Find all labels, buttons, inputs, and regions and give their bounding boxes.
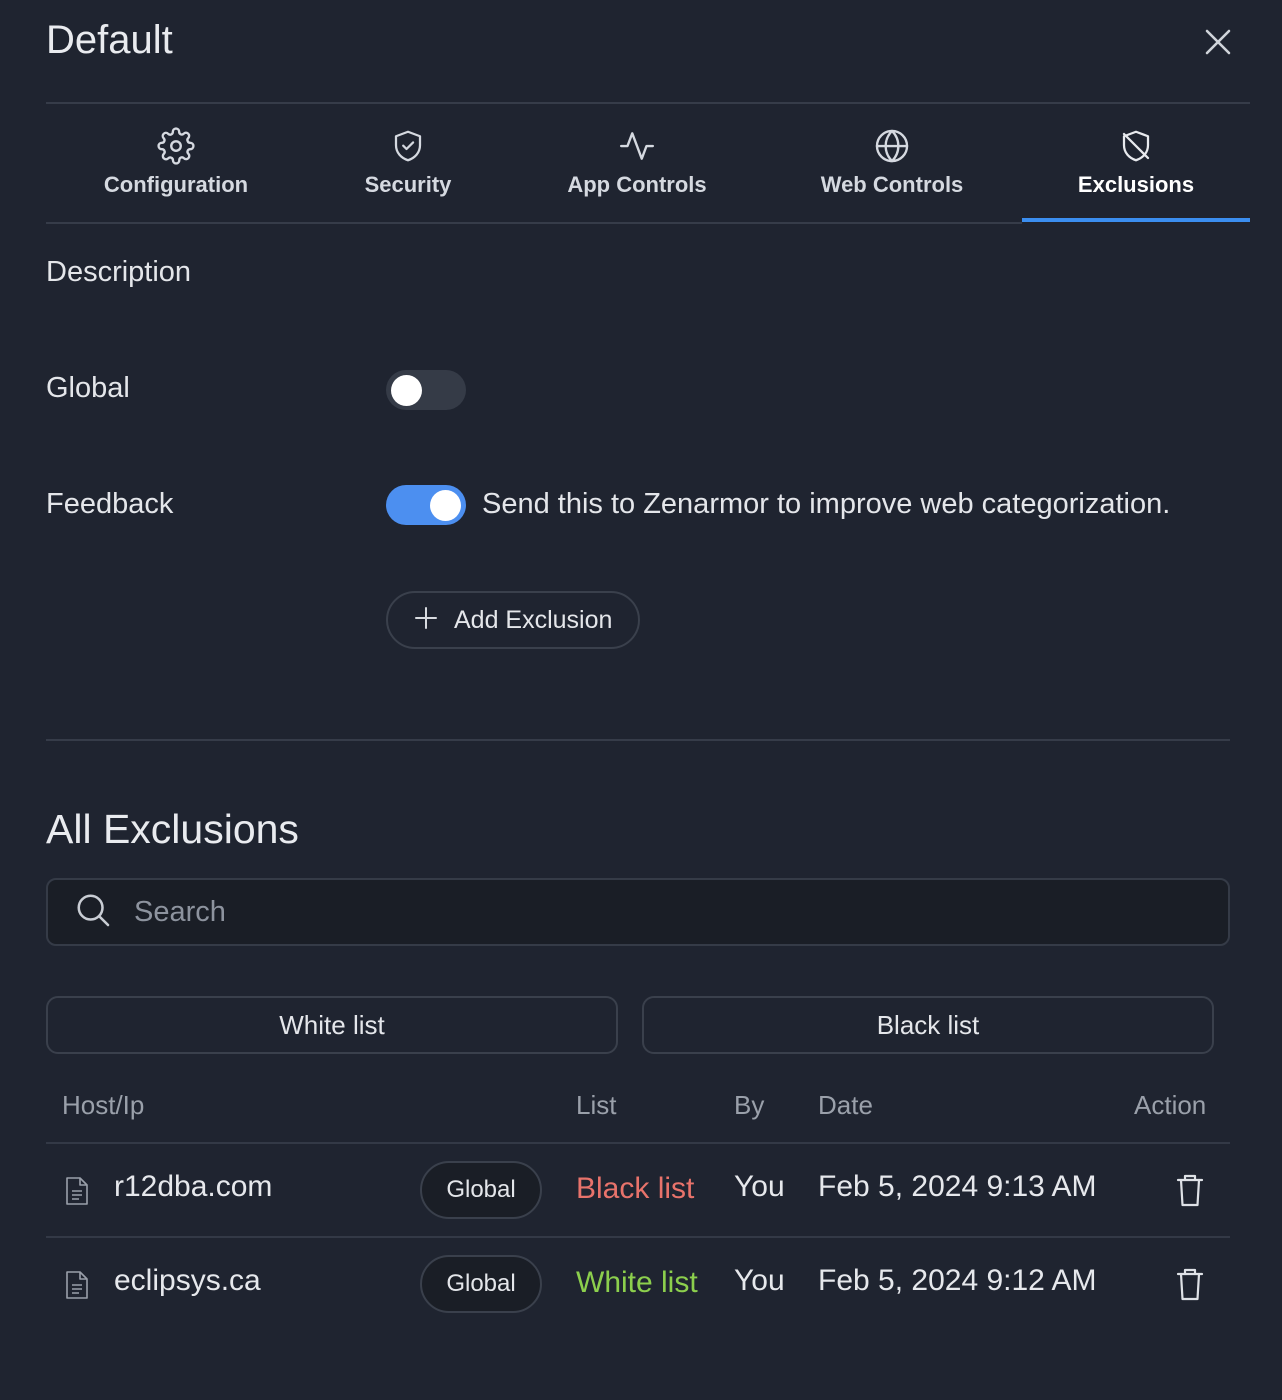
tab-label: App Controls <box>567 172 707 197</box>
global-label: Global <box>46 372 130 404</box>
column-header-list: List <box>576 1090 617 1120</box>
tab-bar: Configuration Security App Controls Web … <box>46 104 1250 224</box>
tab-configuration[interactable]: Configuration <box>76 104 276 222</box>
date-cell: Feb 5, 2024 9:13 AM <box>818 1170 1097 1203</box>
add-exclusion-button[interactable]: Add Exclusion <box>386 591 640 649</box>
plus-icon <box>414 606 438 635</box>
close-icon[interactable] <box>1200 24 1236 60</box>
by-cell: You <box>734 1170 785 1203</box>
list-type-cell: White list <box>576 1266 698 1299</box>
feedback-toggle[interactable] <box>386 485 466 525</box>
toggle-knob <box>430 490 461 521</box>
active-tab-indicator <box>1022 218 1250 222</box>
white-list-filter-button[interactable]: White list <box>46 996 618 1054</box>
tab-label: Security <box>364 172 452 197</box>
table-row: eclipsys.ca Global White list You Feb 5,… <box>46 1238 1230 1330</box>
shield-check-icon <box>388 126 428 166</box>
tab-divider <box>46 222 1022 224</box>
tab-app-controls[interactable]: App Controls <box>546 104 728 222</box>
page-title: Default <box>46 18 173 62</box>
gear-icon <box>156 126 196 166</box>
activity-icon <box>617 126 657 166</box>
host-cell: r12dba.com <box>114 1170 273 1203</box>
column-header-host: Host/Ip <box>62 1090 145 1120</box>
table-row: r12dba.com Global Black list You Feb 5, … <box>46 1144 1230 1236</box>
tab-label: Exclusions <box>1077 172 1195 197</box>
column-header-action: Action <box>1134 1090 1207 1120</box>
section-divider <box>46 739 1230 741</box>
tab-exclusions[interactable]: Exclusions <box>1046 104 1226 222</box>
search-icon <box>74 891 112 934</box>
file-icon <box>64 1270 90 1300</box>
description-label: Description <box>46 256 192 288</box>
host-cell: eclipsys.ca <box>114 1264 261 1297</box>
black-list-filter-button[interactable]: Black list <box>642 996 1214 1054</box>
search-input[interactable] <box>132 894 1136 930</box>
tab-label: Web Controls <box>820 172 964 197</box>
feedback-label: Feedback <box>46 488 174 520</box>
file-icon <box>64 1176 90 1206</box>
column-header-date: Date <box>818 1090 873 1120</box>
trash-icon[interactable] <box>1173 1172 1207 1208</box>
global-toggle[interactable] <box>386 370 466 410</box>
add-exclusion-label: Add Exclusion <box>454 605 613 634</box>
list-type-cell: Black list <box>576 1172 695 1205</box>
date-cell: Feb 5, 2024 9:12 AM <box>818 1264 1097 1297</box>
globe-icon <box>872 126 912 166</box>
search-box <box>46 878 1230 946</box>
scope-badge: Global <box>420 1161 542 1219</box>
scope-badge: Global <box>420 1255 542 1313</box>
tab-web-controls[interactable]: Web Controls <box>792 104 992 222</box>
shield-off-icon <box>1116 126 1156 166</box>
tab-security[interactable]: Security <box>318 104 498 222</box>
toggle-knob <box>391 375 422 406</box>
tab-label: Configuration <box>103 172 249 197</box>
column-header-by: By <box>734 1090 765 1120</box>
feedback-description: Send this to Zenarmor to improve web cat… <box>482 488 1171 520</box>
by-cell: You <box>734 1264 785 1297</box>
section-title: All Exclusions <box>46 806 299 852</box>
trash-icon[interactable] <box>1173 1266 1207 1302</box>
